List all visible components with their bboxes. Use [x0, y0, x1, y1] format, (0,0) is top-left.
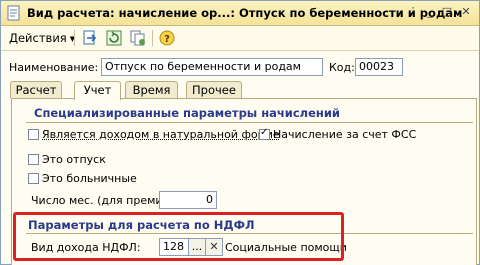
- name-label: Наименование:: [9, 61, 99, 74]
- tab-strip: Расчет Учет Время Прочее: [1, 81, 479, 100]
- minimize-button[interactable]: _: [422, 5, 438, 20]
- sick-leave-label: Это больничные: [42, 172, 137, 185]
- natural-income-checkbox[interactable]: [28, 129, 39, 140]
- months-label: Число мес. (для премии):: [31, 194, 178, 207]
- toolbar-separator: [152, 30, 153, 46]
- window-title: Вид расчета: начисление ор...: Отпуск по…: [27, 6, 463, 20]
- close-button[interactable]: ✕: [458, 5, 474, 20]
- tab-calculation[interactable]: Расчет: [10, 81, 62, 98]
- actions-menu-button[interactable]: Действия ▼: [5, 29, 79, 47]
- tab-other[interactable]: Прочее: [186, 81, 242, 98]
- fss-checkbox[interactable]: [259, 127, 270, 140]
- tab-accounting[interactable]: Учет: [74, 81, 121, 100]
- document-window: Вид расчета: начисление ор...: Отпуск по…: [0, 0, 480, 265]
- code-input[interactable]: 00023: [355, 58, 403, 76]
- svg-text:?: ?: [164, 34, 170, 45]
- maximize-button[interactable]: □: [439, 5, 455, 20]
- fss-label: Начисление за счет ФСС: [273, 128, 417, 141]
- actions-label: Действия: [9, 31, 67, 45]
- window-menu-button[interactable]: ⋮: [405, 5, 421, 20]
- natural-income-label: Является доходом в натуральной форме: [42, 128, 280, 141]
- document-icon: [7, 5, 20, 21]
- tab-time[interactable]: Время: [125, 81, 178, 98]
- sick-leave-checkbox[interactable]: [28, 173, 39, 184]
- highlight-frame: [13, 212, 344, 261]
- toolbar: Действия ▼ ?: [1, 26, 479, 51]
- name-input[interactable]: Отпуск по беременности и родам: [101, 58, 323, 76]
- section-divider: [26, 122, 473, 123]
- title-bar[interactable]: Вид расчета: начисление ор...: Отпуск по…: [1, 1, 479, 26]
- section-title-specialized: Специализированные параметры начислений: [34, 106, 340, 120]
- code-label: Код:: [329, 61, 355, 74]
- vacation-label: Это отпуск: [42, 153, 106, 166]
- vacation-checkbox[interactable]: [28, 154, 39, 165]
- months-input[interactable]: 0: [159, 191, 217, 209]
- toolbar-separator: [74, 30, 75, 46]
- refresh-icon[interactable]: [105, 29, 123, 47]
- help-icon[interactable]: ?: [158, 29, 176, 47]
- go-to-icon[interactable]: [81, 29, 99, 47]
- copy-icon[interactable]: [129, 29, 147, 47]
